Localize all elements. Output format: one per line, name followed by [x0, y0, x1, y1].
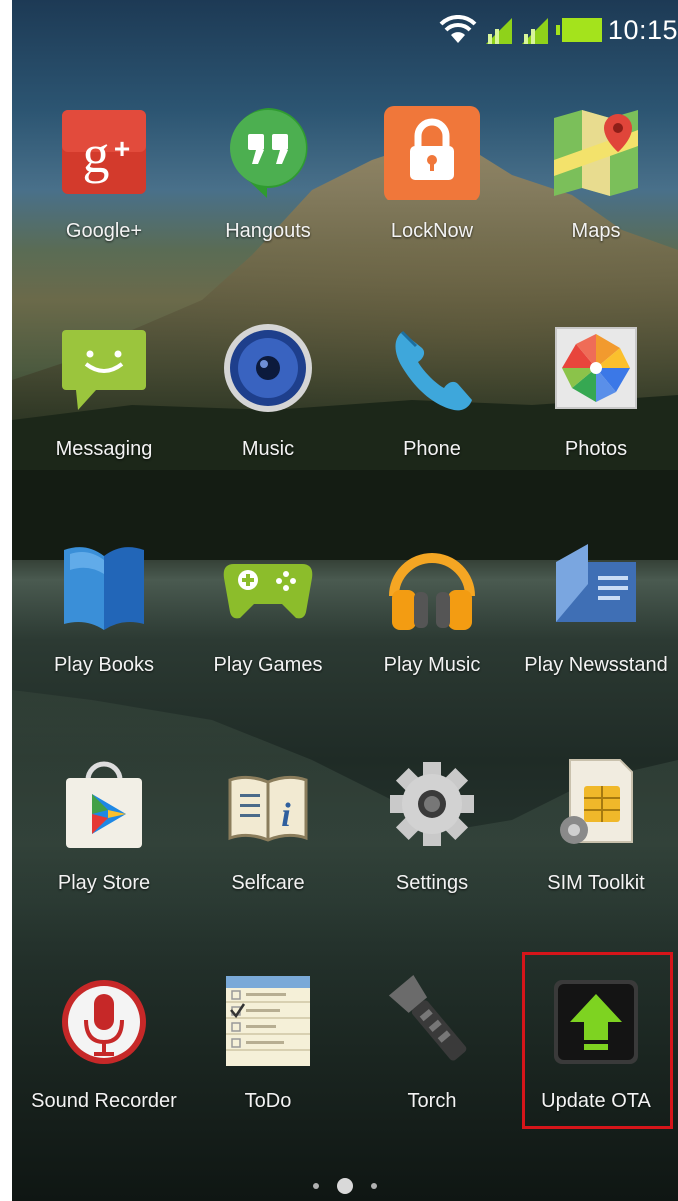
app-photos[interactable]: Photos — [514, 318, 678, 518]
app-sound-recorder[interactable]: Sound Recorder — [22, 970, 186, 1170]
app-label: Selfcare — [231, 872, 305, 894]
todo-icon — [226, 976, 310, 1066]
microphone-icon — [62, 980, 146, 1064]
messaging-icon — [62, 330, 146, 410]
app-label: Play Music — [383, 654, 481, 676]
app-label: Hangouts — [225, 220, 311, 242]
phone-icon — [395, 330, 472, 411]
selfcare-icon: i — [228, 775, 308, 842]
app-google-plus[interactable]: g + Google+ — [22, 100, 186, 300]
status-bar: 10:15 — [12, 0, 678, 58]
app-play-games[interactable]: Play Games — [186, 534, 350, 734]
app-phone[interactable]: Phone — [350, 318, 514, 518]
play-games-icon — [223, 564, 313, 619]
app-label: Settings — [395, 872, 469, 894]
wifi-icon — [439, 15, 477, 43]
app-music[interactable]: Music — [186, 318, 350, 518]
app-label: Phone — [403, 438, 461, 460]
app-sim-toolkit[interactable]: SIM Toolkit — [514, 752, 678, 952]
app-label: Maps — [571, 220, 621, 242]
lock-icon — [384, 106, 480, 200]
app-hangouts[interactable]: Hangouts — [186, 100, 350, 300]
torch-icon — [388, 974, 467, 1061]
svg-text:g: g — [83, 124, 110, 184]
app-label: Play Games — [213, 654, 323, 676]
play-books-icon — [64, 547, 144, 630]
app-play-music[interactable]: Play Music — [350, 534, 514, 734]
app-locknow[interactable]: LockNow — [350, 100, 514, 300]
page-indicator — [12, 1176, 678, 1196]
google-plus-icon: g + — [62, 110, 146, 194]
page-dot-current — [337, 1178, 353, 1194]
app-play-books[interactable]: Play Books — [22, 534, 186, 734]
app-label: Sound Recorder — [31, 1090, 177, 1112]
play-newsstand-icon — [556, 544, 636, 622]
app-label: Play Store — [57, 872, 151, 894]
svg-text:+: + — [114, 133, 130, 164]
app-label: Music — [241, 438, 295, 460]
app-play-newsstand[interactable]: Play Newsstand — [514, 534, 678, 734]
app-selfcare[interactable]: i Selfcare — [186, 752, 350, 952]
app-label: SIM Toolkit — [547, 872, 645, 894]
app-label: Play Books — [53, 654, 155, 676]
signal-icon — [521, 18, 548, 44]
app-messaging[interactable]: Messaging — [22, 318, 186, 518]
app-label: LockNow — [390, 220, 474, 242]
photos-icon — [555, 327, 637, 409]
app-torch[interactable]: Torch — [350, 970, 514, 1170]
music-speaker-icon — [224, 324, 312, 412]
gear-icon — [390, 762, 474, 846]
battery-icon — [555, 18, 602, 42]
app-label: Play Newsstand — [524, 654, 668, 676]
app-todo[interactable]: ToDo — [186, 970, 350, 1170]
signal-icon — [485, 18, 512, 44]
app-maps[interactable]: Maps — [514, 100, 678, 300]
app-label: Google+ — [65, 220, 143, 242]
play-music-icon — [389, 553, 475, 630]
page-dot — [371, 1183, 377, 1189]
app-label: ToDo — [244, 1090, 292, 1112]
app-play-store[interactable]: Play Store — [22, 752, 186, 952]
app-label: Photos — [564, 438, 628, 460]
maps-icon — [554, 110, 638, 196]
play-store-icon — [66, 761, 142, 848]
app-settings[interactable]: Settings — [350, 752, 514, 952]
svg-text:i: i — [281, 797, 291, 834]
app-label: Torch — [407, 1090, 457, 1112]
home-screen: 10:15 g + Google+ Hangouts LockNow Maps … — [12, 0, 678, 1201]
app-label: Messaging — [55, 438, 153, 460]
page-dot — [313, 1183, 319, 1189]
highlight-box — [522, 952, 673, 1129]
hangouts-icon — [230, 108, 308, 198]
status-clock: 10:15 — [607, 14, 678, 45]
sim-toolkit-icon — [560, 759, 633, 844]
